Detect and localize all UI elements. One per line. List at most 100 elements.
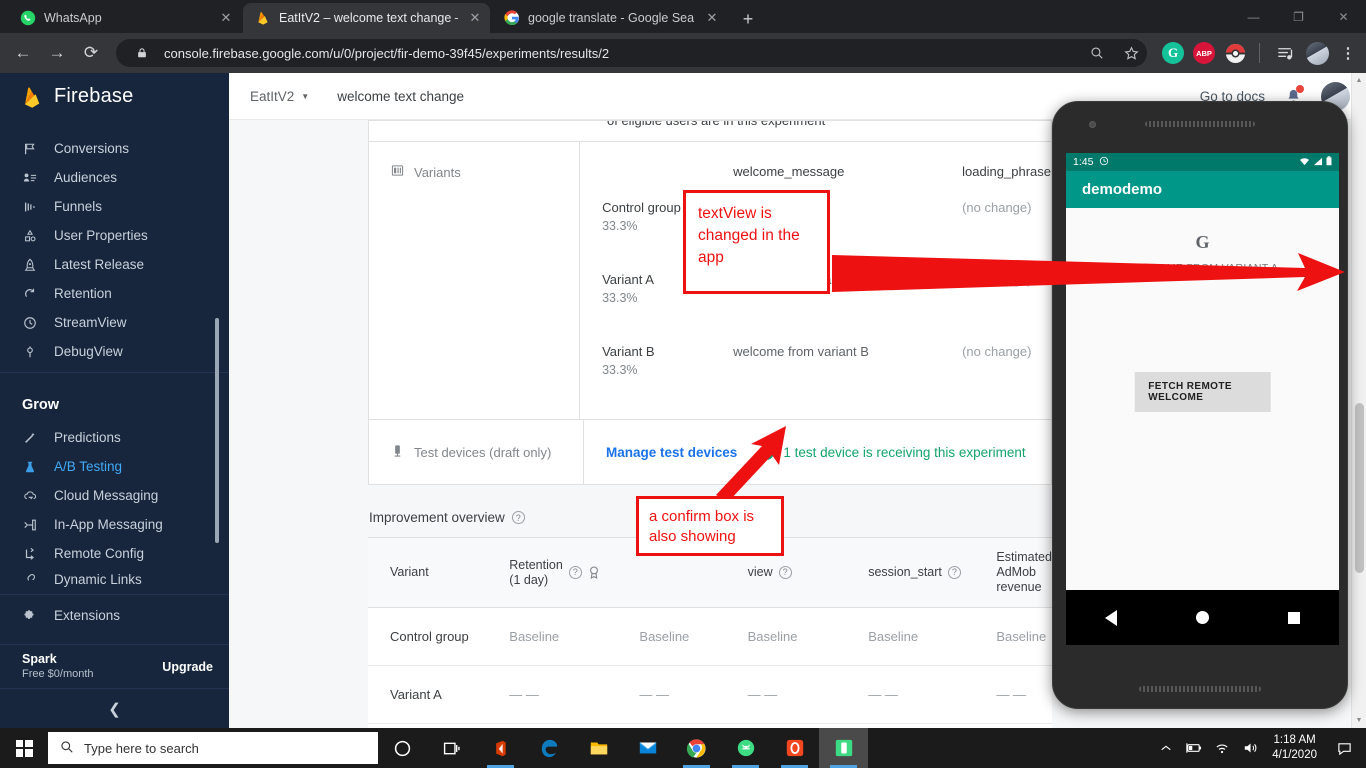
- pokemon-extension-icon[interactable]: [1224, 42, 1246, 64]
- th-label: view: [747, 565, 773, 579]
- sidebar-item-retention[interactable]: Retention: [0, 279, 229, 308]
- sidebar-item-funnels[interactable]: Funnels: [0, 192, 229, 221]
- adblock-plus-extension-icon[interactable]: ABP: [1193, 42, 1215, 64]
- close-window-button[interactable]: ✕: [1321, 0, 1366, 33]
- page-scrollbar[interactable]: ▲ ▼: [1351, 73, 1366, 728]
- sidebar-item-label: User Properties: [54, 228, 148, 243]
- search-icon: [60, 740, 74, 757]
- clock-time: 1:18 AM: [1273, 734, 1316, 746]
- phone-welcome-text: WELCOME FROM VARIANT A: [1126, 262, 1279, 274]
- close-icon[interactable]: ✕: [703, 9, 721, 27]
- sidebar-item-cloud-messaging[interactable]: Cloud Messaging: [0, 481, 229, 510]
- sidebar-item-extensions[interactable]: Extensions: [0, 601, 229, 630]
- puzzle-icon: [22, 608, 38, 624]
- kebab-menu-icon[interactable]: ⋮: [1338, 42, 1358, 64]
- forward-icon[interactable]: →: [42, 38, 72, 68]
- sidebar-item-ab-testing[interactable]: A/B Testing: [0, 452, 229, 481]
- scrollbar-thumb[interactable]: [1355, 403, 1364, 573]
- minimize-button[interactable]: —: [1231, 0, 1276, 33]
- clock-date: 4/1/2020: [1272, 749, 1317, 761]
- wand-icon: ✦: [22, 430, 38, 446]
- reload-icon[interactable]: ⟳: [76, 38, 106, 68]
- annotation-confirm-box: a confirm box is also showing: [636, 496, 784, 556]
- maximize-button[interactable]: ❐: [1276, 0, 1321, 33]
- search-icon[interactable]: [1085, 41, 1109, 65]
- firebase-flame-icon: [22, 85, 42, 109]
- sidebar-item-dynamic-links[interactable]: Dynamic Links: [0, 568, 229, 590]
- tab-whatsapp[interactable]: WhatsApp ✕: [8, 3, 241, 33]
- volume-icon[interactable]: [1243, 741, 1259, 755]
- sidebar-item-streamview[interactable]: StreamView: [0, 308, 229, 337]
- tab-google-search[interactable]: google translate - Google Search ✕: [492, 3, 727, 33]
- windows-start-icon[interactable]: [0, 728, 48, 768]
- office-icon[interactable]: [476, 728, 525, 768]
- bookmark-star-icon[interactable]: [1119, 41, 1143, 65]
- emulator-icon[interactable]: [819, 728, 868, 768]
- manage-test-devices-link[interactable]: Manage test devices: [606, 445, 737, 460]
- th-inner: session_start ?: [868, 565, 978, 580]
- action-center-icon[interactable]: [1330, 728, 1358, 768]
- sidebar-item-label: Retention: [54, 286, 112, 301]
- sidebar-item-predictions[interactable]: ✦ Predictions: [0, 423, 229, 452]
- android-studio-icon[interactable]: [721, 728, 770, 768]
- sidebar-scrollbar[interactable]: [215, 318, 219, 543]
- sidebar-item-in-app-messaging[interactable]: In-App Messaging: [0, 510, 229, 539]
- plan-name: Spark: [22, 652, 57, 666]
- home-nav-icon[interactable]: [1195, 611, 1209, 624]
- device-status-text: 1 test device is receiving this experime…: [783, 444, 1026, 460]
- sidebar-item-debugview[interactable]: DebugView: [0, 337, 229, 366]
- taskbar-clock[interactable]: 1:18 AM 4/1/2020: [1272, 733, 1317, 763]
- whatsapp-icon: [20, 10, 36, 26]
- sidebar-item-label: Extensions: [54, 608, 121, 623]
- profile-avatar-icon[interactable]: [1306, 41, 1329, 65]
- back-nav-icon[interactable]: [1105, 609, 1118, 626]
- sidebar-item-remote-config[interactable]: Remote Config: [0, 539, 229, 568]
- mail-icon[interactable]: [623, 728, 672, 768]
- recents-nav-icon[interactable]: [1287, 611, 1300, 624]
- th-label: Retention (1 day): [509, 558, 563, 588]
- opera-icon[interactable]: [770, 728, 819, 768]
- cortana-icon[interactable]: [378, 728, 427, 768]
- close-icon[interactable]: ✕: [466, 9, 484, 27]
- firebase-logo[interactable]: Firebase: [0, 73, 229, 120]
- help-icon[interactable]: ?: [947, 566, 961, 579]
- th-label: Variant: [390, 565, 429, 579]
- sidebar-item-user-properties[interactable]: User Properties: [0, 221, 229, 250]
- task-view-icon[interactable]: [427, 728, 476, 768]
- new-tab-button[interactable]: +: [735, 6, 761, 32]
- scroll-down-icon[interactable]: ▼: [1352, 713, 1366, 728]
- help-icon[interactable]: ?: [568, 566, 582, 579]
- tab-firebase[interactable]: EatItV2 – welcome text change – ✕: [243, 3, 490, 33]
- plan-price: Free $0/month: [22, 668, 94, 680]
- address-bar[interactable]: console.firebase.google.com/u/0/project/…: [116, 39, 1147, 67]
- sidebar-item-latest-release[interactable]: Latest Release: [0, 250, 229, 279]
- back-icon[interactable]: ←: [8, 38, 38, 68]
- project-selector[interactable]: EatItV2 ▼: [250, 89, 309, 104]
- help-icon[interactable]: ?: [511, 511, 525, 524]
- upgrade-button[interactable]: Upgrade: [162, 660, 213, 674]
- help-icon[interactable]: ?: [778, 566, 792, 579]
- chevron-up-icon[interactable]: [1160, 742, 1172, 754]
- breadcrumb: welcome text change: [337, 88, 465, 104]
- eligible-users-text: of eligible users are in this experiment: [607, 121, 825, 128]
- edge-icon[interactable]: [525, 728, 574, 768]
- file-explorer-icon[interactable]: [574, 728, 623, 768]
- collapse-sidebar-button[interactable]: ❮: [0, 688, 229, 728]
- signal-icon: [1313, 157, 1323, 168]
- scroll-up-icon[interactable]: ▲: [1352, 73, 1366, 88]
- th-inner: view ?: [748, 565, 847, 580]
- close-icon[interactable]: ✕: [217, 9, 235, 27]
- cell-value: Baseline: [487, 607, 618, 666]
- variant-percent: 33.3%: [602, 363, 638, 377]
- wifi-icon[interactable]: [1215, 742, 1230, 755]
- fetch-remote-welcome-button[interactable]: FETCH REMOTE WELCOME: [1134, 372, 1271, 412]
- battery-icon[interactable]: [1185, 742, 1202, 754]
- chrome-icon[interactable]: [672, 728, 721, 768]
- media-list-icon[interactable]: [1273, 42, 1297, 64]
- taskbar-search-input[interactable]: Type here to search: [48, 732, 378, 764]
- cell-value: — —: [725, 665, 847, 724]
- grammarly-extension-icon[interactable]: G: [1162, 42, 1184, 64]
- sidebar-item-audiences[interactable]: Audiences: [0, 163, 229, 192]
- taskbar-apps: [378, 728, 868, 768]
- sidebar-item-conversions[interactable]: Conversions: [0, 134, 229, 163]
